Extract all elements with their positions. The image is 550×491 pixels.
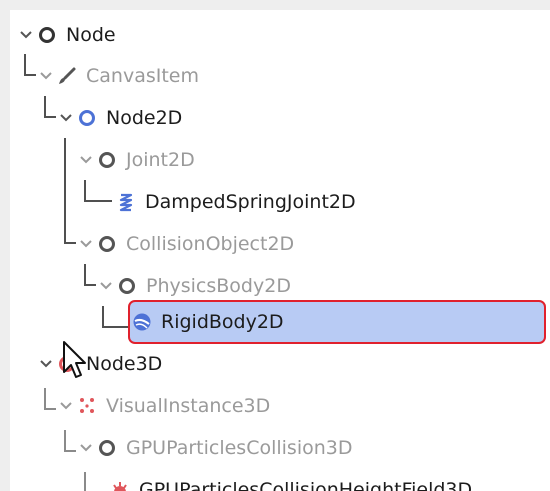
tree-connector bbox=[24, 74, 36, 76]
tree-connector bbox=[84, 180, 86, 202]
tree-item-label: DampedSpringJoint2D bbox=[145, 191, 356, 213]
chevron-down-icon[interactable] bbox=[18, 27, 34, 43]
rigidbody-globe-icon bbox=[132, 312, 152, 332]
node-circle-icon bbox=[97, 438, 117, 458]
tree-item-label: Node3D bbox=[86, 353, 163, 375]
node-circle-blue-icon bbox=[77, 108, 97, 128]
tree-item-node2d[interactable]: Node2D bbox=[58, 98, 182, 138]
particles-collision-icon bbox=[110, 480, 130, 491]
tree-connector bbox=[84, 472, 86, 491]
chevron-down-icon[interactable] bbox=[38, 356, 54, 372]
tree-item-node[interactable]: Node bbox=[18, 15, 116, 55]
node-circle-icon bbox=[97, 150, 117, 170]
chevron-down-icon[interactable] bbox=[38, 68, 54, 84]
chevron-down-icon[interactable] bbox=[78, 440, 94, 456]
tree-connector bbox=[84, 264, 86, 286]
tree-connector bbox=[64, 242, 76, 244]
tree-connector bbox=[102, 306, 104, 328]
tree-item-gpuparticlescollisionheightfield3d[interactable]: GPUParticlesCollisionHeightField3D bbox=[110, 470, 472, 491]
tree-item-gpuparticlescollision3d[interactable]: GPUParticlesCollision3D bbox=[78, 428, 352, 468]
tree-item-joint2d[interactable]: Joint2D bbox=[78, 140, 195, 180]
tree-item-label: GPUParticlesCollisionHeightField3D bbox=[139, 479, 473, 491]
spring-icon bbox=[116, 192, 136, 212]
brush-icon bbox=[57, 66, 77, 86]
tree-connector bbox=[64, 138, 66, 244]
tree-connector bbox=[84, 200, 112, 202]
tree-connector bbox=[102, 326, 128, 328]
tree-connector bbox=[44, 116, 56, 118]
tree-item-label: GPUParticlesCollision3D bbox=[126, 437, 353, 459]
chevron-down-icon[interactable] bbox=[58, 398, 74, 414]
tree-item-label: Node2D bbox=[106, 107, 183, 129]
tree-connector bbox=[64, 450, 76, 452]
tree-item-collisionobject2d[interactable]: CollisionObject2D bbox=[78, 224, 294, 264]
dots-icon bbox=[77, 396, 97, 416]
mouse-cursor-icon bbox=[62, 340, 88, 384]
tree-item-label: CanvasItem bbox=[86, 65, 199, 87]
chevron-down-icon[interactable] bbox=[78, 152, 94, 168]
chevron-down-icon[interactable] bbox=[58, 110, 74, 126]
tree-connector bbox=[64, 430, 66, 452]
chevron-down-icon[interactable] bbox=[98, 278, 114, 294]
tree-item-label: Joint2D bbox=[126, 149, 195, 171]
class-tree-panel: Node CanvasItem Node2D Joint2D DampedSpr… bbox=[10, 10, 550, 491]
tree-item-label: Node bbox=[66, 24, 116, 46]
node-circle-icon bbox=[117, 276, 137, 296]
tree-item-visualinstance3d[interactable]: VisualInstance3D bbox=[58, 386, 270, 426]
tree-item-node3d[interactable]: Node3D bbox=[38, 344, 162, 384]
tree-item-physicsbody2d[interactable]: PhysicsBody2D bbox=[98, 266, 291, 306]
tree-item-label: RigidBody2D bbox=[161, 311, 284, 333]
chevron-down-icon[interactable] bbox=[78, 236, 94, 252]
tree-item-label: CollisionObject2D bbox=[126, 233, 295, 255]
tree-connector bbox=[44, 96, 46, 118]
tree-item-dampedspringjoint2d[interactable]: DampedSpringJoint2D bbox=[116, 182, 356, 222]
tree-item-label: VisualInstance3D bbox=[106, 395, 271, 417]
tree-connector bbox=[84, 284, 96, 286]
tree-item-rigidbody2d[interactable]: RigidBody2D bbox=[132, 302, 284, 342]
tree-connector bbox=[44, 408, 56, 410]
node-circle-icon bbox=[37, 25, 57, 45]
node-circle-icon bbox=[97, 234, 117, 254]
tree-item-canvasitem[interactable]: CanvasItem bbox=[38, 56, 199, 96]
tree-connector bbox=[44, 388, 46, 410]
tree-connector bbox=[24, 54, 26, 76]
tree-item-label: PhysicsBody2D bbox=[146, 275, 291, 297]
